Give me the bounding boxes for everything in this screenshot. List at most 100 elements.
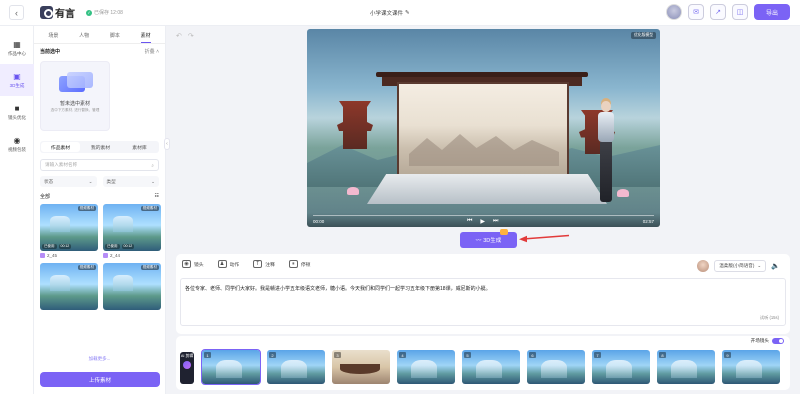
material-tag: 已使用 [42, 244, 57, 249]
panel-collapse-handle[interactable]: ‹ [164, 138, 170, 150]
material-search-input[interactable]: 请输入素材名称 ⌕ [40, 159, 159, 171]
rail-item-3d-generate[interactable]: ▣ 3D生成 [0, 64, 34, 96]
tab-scene[interactable]: 场景 [48, 32, 58, 43]
next-icon[interactable]: ⏭ [493, 218, 498, 225]
material-item[interactable]: 视频素材 已使用 00:12 2_45 [40, 204, 98, 259]
upload-material-button[interactable]: 上传素材 [40, 372, 160, 387]
annotation-tool[interactable]: T 注释 [253, 260, 275, 268]
scene-thumbnail[interactable]: 2 [267, 350, 325, 384]
status-filter[interactable]: 状态 ⌄ [40, 176, 97, 187]
action-tool[interactable]: ♟ 动作 [217, 260, 239, 268]
progress-bar[interactable] [313, 215, 654, 216]
scene-thumbnail[interactable]: 8 [657, 350, 715, 384]
back-button[interactable]: ‹ [9, 5, 24, 20]
current-time: 00:00 [313, 219, 325, 224]
material-thumbnail[interactable]: 视频素材 [40, 263, 98, 310]
collapse-button[interactable]: 折叠 ˄ [145, 48, 159, 55]
scene-number: 9 [724, 352, 731, 358]
lotus-decoration [617, 189, 629, 197]
material-item[interactable]: 视频素材 [103, 263, 161, 310]
camera-tool[interactable]: ◉ 镜头 [182, 260, 204, 268]
script-textarea[interactable]: 各位专家、老师、同学们大家好。我是赣进小学五年级语文老师，糖小语。今天我们和同学… [180, 278, 786, 326]
selected-card: 暂未选中素材 选中下方素材, 进行替换、管理 [40, 61, 110, 131]
video-preview[interactable]: 优化版模型 00:00 ⏮ ▶ ⏭ 02:57 [307, 29, 660, 227]
scene-thumbnail[interactable]: 4 [397, 350, 455, 384]
pause-icon: ⏸ [288, 260, 298, 268]
annotation-icon: T [253, 260, 263, 268]
scene-number: 1 [204, 352, 211, 358]
all-label: 全部 [40, 194, 51, 200]
document-title-text: 小学课文课件 [370, 11, 404, 17]
material-item[interactable]: 视频素材 [40, 263, 98, 310]
opening-shot-label: 开场镜头 [750, 338, 769, 343]
search-icon[interactable]: ⌕ [151, 163, 154, 168]
user-avatar[interactable] [666, 4, 682, 20]
material-name: 2_45 [47, 252, 58, 258]
scene-thumbnail[interactable]: 7 [592, 350, 650, 384]
checkbox[interactable] [40, 252, 45, 258]
all-header: 全部 ☷ [40, 193, 159, 200]
scene-thumbnail[interactable]: 5 [462, 350, 520, 384]
edit-pencil-icon[interactable]: ✎ [405, 10, 410, 16]
tab-my-material[interactable]: 我的素材 [81, 141, 120, 153]
logo-icon [40, 6, 53, 19]
model-tag: 优化版模型 [631, 32, 656, 39]
mail-icon[interactable]: ✉ [688, 4, 704, 20]
scene-thumbnail[interactable]: 1 [201, 349, 261, 385]
material-item[interactable]: 视频素材 已使用 00:12 2_44 [103, 204, 161, 259]
tab-script[interactable]: 脚本 [110, 32, 120, 43]
scene-thumbnail[interactable]: 3 [332, 350, 390, 384]
speaker-icon[interactable]: 🔈 [771, 262, 780, 270]
tab-material[interactable]: 素材 [140, 32, 151, 43]
material-badge: 视频素材 [140, 265, 159, 270]
logo: 有言 [40, 5, 75, 20]
material-name: 2_44 [110, 252, 121, 258]
rail-item-label: 视频包装 [8, 146, 26, 152]
material-thumbnail[interactable]: 视频素材 已使用 00:12 [40, 204, 98, 251]
tab-material-library[interactable]: 素材库 [120, 141, 159, 153]
checkbox[interactable] [103, 252, 108, 258]
rail-item-packaging[interactable]: ◉ 视频包装 [0, 128, 34, 160]
scene-thumbnail[interactable]: 6 [527, 350, 585, 384]
ai-edit-button[interactable]: AI 剪辑 [180, 352, 194, 384]
material-badge: 视频素材 [77, 206, 96, 211]
pointer-arrow [519, 234, 570, 243]
top-actions: ✉ ↗ ◫ 导出 [666, 4, 790, 20]
tab-project-material[interactable]: 作品素材 [41, 142, 80, 152]
selected-card-hint: 选中下方素材, 进行替换、管理 [50, 108, 100, 112]
player-controls: 00:00 ⏮ ▶ ⏭ 02:57 [307, 213, 660, 227]
voice-select[interactable]: 温柔版(小简语音) ⌄ [714, 260, 767, 272]
material-thumbnail[interactable]: 视频素材 [103, 263, 161, 310]
opening-shot-toggle[interactable] [772, 338, 784, 344]
batch-manage-icon[interactable]: ☷ [155, 193, 159, 200]
material-thumbnail[interactable]: 视频素材 已使用 00:12 [103, 204, 161, 251]
redo-icon[interactable]: ↷ [188, 32, 194, 40]
pause-tool[interactable]: ⏸ 停顿 [288, 260, 310, 268]
scene-number: 4 [399, 352, 406, 358]
digital-human[interactable] [595, 101, 617, 211]
scene-pavilion [337, 101, 373, 149]
load-more-link[interactable]: 加载更多... [34, 356, 165, 362]
notification-icon[interactable]: ◫ [732, 4, 748, 20]
undo-icon[interactable]: ↶ [176, 32, 182, 40]
preview-audio-button[interactable]: 试听 (15s) [760, 315, 779, 321]
3d-generate-button[interactable]: 〰 3D生成 [460, 232, 517, 248]
prev-icon[interactable]: ⏮ [467, 218, 472, 225]
ai-icon [183, 361, 191, 369]
rail-item-works[interactable]: ▦ 作品中心 [0, 32, 34, 64]
chevron-left-icon: ‹ [15, 7, 18, 18]
save-status: ✓ 已保存 12:08 [86, 9, 123, 16]
type-filter[interactable]: 类型 ⌄ [102, 176, 159, 187]
play-icon[interactable]: ▶ [480, 218, 485, 225]
3d-generate-icon: ▣ [13, 71, 21, 81]
tab-character[interactable]: 人物 [79, 32, 89, 43]
document-title[interactable]: 小学课文课件 ✎ [370, 9, 410, 17]
rail-item-camera[interactable]: ■ 镜头优化 [0, 96, 34, 128]
camera-icon: ■ [14, 103, 20, 113]
share-icon[interactable]: ↗ [710, 4, 726, 20]
rail-item-label: 作品中心 [8, 50, 26, 56]
export-button[interactable]: 导出 [754, 4, 790, 20]
rail-item-label: 3D生成 [9, 82, 25, 88]
scene-thumbnail[interactable]: 9 [722, 350, 780, 384]
undo-redo: ↶ ↷ [176, 32, 194, 40]
